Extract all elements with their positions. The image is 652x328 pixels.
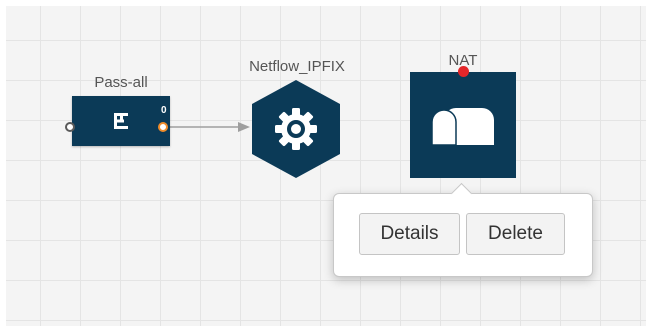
pass-all-node[interactable] [72,96,170,146]
status-dot [458,66,469,77]
mailbox-icon [431,108,494,146]
pass-all-label: Pass-all [94,74,148,91]
details-button[interactable]: Details [359,213,460,255]
gear-icon [252,80,340,178]
netflow-node[interactable] [250,78,342,180]
input-port[interactable] [65,122,75,132]
nat-node[interactable] [410,72,516,178]
output-port[interactable] [158,122,168,132]
out-port-number: 0 [161,105,167,116]
delete-button[interactable]: Delete [466,213,565,255]
netflow-label: Netflow_IPFIX [249,58,345,75]
filter-icon [114,113,128,129]
